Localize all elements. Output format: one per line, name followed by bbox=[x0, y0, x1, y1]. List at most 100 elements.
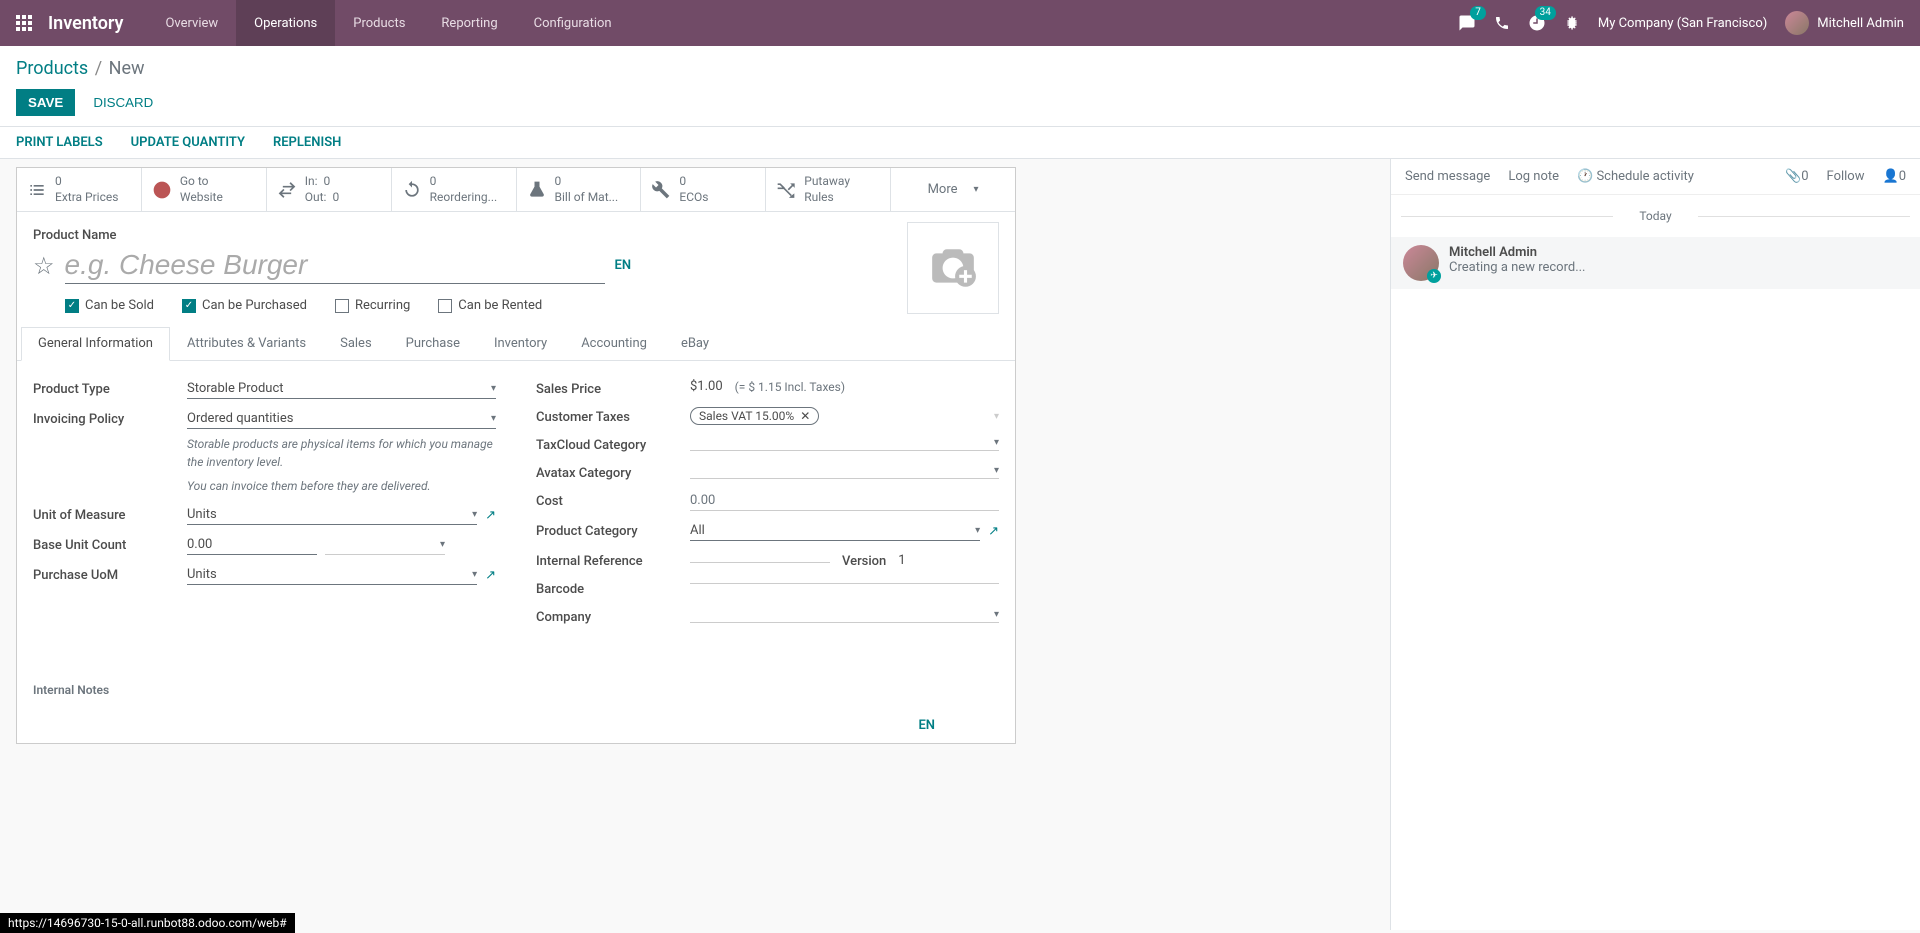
tab-general-information[interactable]: General Information bbox=[21, 327, 170, 361]
tab-accounting[interactable]: Accounting bbox=[564, 327, 664, 360]
stat-go-to-website[interactable]: Go toWebsite bbox=[142, 168, 267, 211]
invoicing-policy-label: Invoicing Policy bbox=[33, 409, 187, 427]
phone-icon[interactable] bbox=[1494, 15, 1510, 31]
purchase-uom-external-link-icon[interactable]: ↗ bbox=[485, 568, 496, 583]
activities-icon[interactable]: 34 bbox=[1528, 14, 1546, 32]
replenish-action[interactable]: REPLENISH bbox=[273, 135, 341, 150]
wrench-icon bbox=[651, 180, 671, 200]
category-label: Product Category bbox=[536, 521, 690, 539]
base-unit-uom-select[interactable]: ▾ bbox=[325, 535, 445, 555]
schedule-activity-button[interactable]: 🕐 Schedule activity bbox=[1577, 169, 1694, 184]
can-be-purchased-checkbox[interactable]: ✓Can be Purchased bbox=[182, 298, 307, 313]
company-label: Company bbox=[536, 607, 690, 625]
nav-products[interactable]: Products bbox=[335, 0, 423, 46]
chevron-down-icon: ▾ bbox=[472, 569, 477, 580]
stat-more[interactable]: More ▾ bbox=[891, 168, 1015, 211]
followers-button[interactable]: 👤0 bbox=[1883, 169, 1907, 184]
general-info-form: Product Type Storable Product▾ Invoicing… bbox=[17, 361, 1015, 653]
remove-tag-icon[interactable]: ✕ bbox=[800, 409, 810, 423]
sales-price-value[interactable]: $1.00 bbox=[690, 379, 723, 394]
chevron-down-icon: ▾ bbox=[994, 465, 999, 476]
tab-sales[interactable]: Sales bbox=[323, 327, 389, 360]
nav-overview[interactable]: Overview bbox=[147, 0, 236, 46]
nav-right: 7 34 My Company (San Francisco) Mitchell… bbox=[1458, 11, 1904, 35]
nav-configuration[interactable]: Configuration bbox=[516, 0, 630, 46]
chevron-down-icon[interactable]: ▾ bbox=[994, 411, 999, 422]
apps-icon[interactable] bbox=[16, 15, 32, 31]
language-indicator[interactable]: EN bbox=[615, 258, 632, 273]
checkbox-icon bbox=[438, 299, 452, 313]
recurring-checkbox[interactable]: Recurring bbox=[335, 298, 410, 313]
category-select[interactable]: All▾ bbox=[690, 521, 980, 541]
paperclip-icon: 📎 bbox=[1785, 169, 1801, 184]
product-type-select[interactable]: Storable Product▾ bbox=[187, 379, 496, 399]
discard-button[interactable]: DISCARD bbox=[89, 89, 157, 116]
app-brand[interactable]: Inventory bbox=[48, 13, 123, 34]
category-external-link-icon[interactable]: ↗ bbox=[988, 524, 999, 539]
stat-putaway[interactable]: PutawayRules bbox=[766, 168, 891, 211]
checkbox-icon bbox=[335, 299, 349, 313]
customer-tax-tag[interactable]: Sales VAT 15.00%✕ bbox=[690, 407, 819, 425]
user-name: Mitchell Admin bbox=[1817, 16, 1904, 31]
save-button[interactable]: SAVE bbox=[16, 89, 75, 116]
update-quantity-action[interactable]: UPDATE QUANTITY bbox=[131, 135, 245, 150]
nav-reporting[interactable]: Reporting bbox=[423, 0, 515, 46]
taxcloud-select[interactable]: ▾ bbox=[690, 435, 999, 451]
message-text: Creating a new record... bbox=[1449, 260, 1586, 275]
language-indicator-notes[interactable]: EN bbox=[918, 718, 935, 733]
uom-label: Unit of Measure bbox=[33, 505, 187, 523]
internal-ref-label: Internal Reference bbox=[536, 551, 690, 569]
sales-price-label: Sales Price bbox=[536, 379, 690, 397]
person-icon: 👤 bbox=[1883, 169, 1899, 184]
stat-bom[interactable]: 0Bill of Mat... bbox=[517, 168, 642, 211]
base-unit-input[interactable]: 0.00 bbox=[187, 535, 317, 555]
uom-select[interactable]: Units▾ bbox=[187, 505, 477, 525]
follow-button[interactable]: Follow bbox=[1827, 169, 1865, 184]
base-unit-label: Base Unit Count bbox=[33, 535, 187, 553]
message-avatar-icon bbox=[1403, 245, 1439, 281]
stat-ecos[interactable]: 0ECOs bbox=[641, 168, 766, 211]
purchase-uom-select[interactable]: Units▾ bbox=[187, 565, 477, 585]
user-avatar-icon bbox=[1785, 11, 1809, 35]
stat-reordering[interactable]: 0Reordering... bbox=[392, 168, 517, 211]
nav-menu: Overview Operations Products Reporting C… bbox=[147, 0, 629, 46]
company-select[interactable]: ▾ bbox=[690, 607, 999, 623]
debug-icon[interactable] bbox=[1564, 15, 1580, 31]
nav-operations[interactable]: Operations bbox=[236, 0, 335, 46]
send-message-button[interactable]: Send message bbox=[1405, 169, 1490, 184]
barcode-input[interactable] bbox=[690, 579, 999, 584]
cost-input[interactable]: 0.00 bbox=[690, 491, 999, 511]
stat-button-row: 0Extra Prices Go toWebsite In:0 Out:0 0R… bbox=[17, 168, 1015, 212]
avatax-select[interactable]: ▾ bbox=[690, 463, 999, 479]
transfer-icon bbox=[277, 180, 297, 200]
tab-attributes-variants[interactable]: Attributes & Variants bbox=[170, 327, 323, 360]
main-content: 0Extra Prices Go toWebsite In:0 Out:0 0R… bbox=[0, 159, 1920, 930]
invoicing-policy-select[interactable]: Ordered quantities▾ bbox=[187, 409, 496, 429]
tab-ebay[interactable]: eBay bbox=[664, 327, 726, 360]
form-tabs: General Information Attributes & Variant… bbox=[17, 327, 1015, 361]
uom-external-link-icon[interactable]: ↗ bbox=[485, 508, 496, 523]
chevron-down-icon: ▾ bbox=[994, 437, 999, 448]
log-note-button[interactable]: Log note bbox=[1508, 169, 1559, 184]
breadcrumb-parent[interactable]: Products bbox=[16, 58, 88, 79]
attachments-button[interactable]: 📎0 bbox=[1785, 169, 1809, 184]
breadcrumb-current: New bbox=[109, 58, 145, 79]
company-switcher[interactable]: My Company (San Francisco) bbox=[1598, 16, 1767, 31]
messages-icon[interactable]: 7 bbox=[1458, 14, 1476, 32]
can-be-rented-checkbox[interactable]: Can be Rented bbox=[438, 298, 542, 313]
favorite-star-icon[interactable]: ☆ bbox=[33, 252, 55, 280]
stat-extra-prices[interactable]: 0Extra Prices bbox=[17, 168, 142, 211]
product-image-upload[interactable] bbox=[907, 222, 999, 314]
stat-in-out[interactable]: In:0 Out:0 bbox=[267, 168, 392, 211]
product-name-input[interactable] bbox=[65, 247, 605, 284]
form-scroll-area[interactable]: 0Extra Prices Go toWebsite In:0 Out:0 0R… bbox=[0, 159, 1390, 930]
user-menu[interactable]: Mitchell Admin bbox=[1785, 11, 1904, 35]
tab-purchase[interactable]: Purchase bbox=[389, 327, 477, 360]
print-labels-action[interactable]: PRINT LABELS bbox=[16, 135, 103, 150]
shuffle-icon bbox=[776, 180, 796, 200]
breadcrumb-sep: / bbox=[95, 58, 102, 79]
can-be-sold-checkbox[interactable]: ✓Can be Sold bbox=[65, 298, 154, 313]
chevron-down-icon: ▾ bbox=[975, 525, 980, 536]
tab-inventory[interactable]: Inventory bbox=[477, 327, 564, 360]
internal-ref-input[interactable] bbox=[690, 558, 830, 563]
